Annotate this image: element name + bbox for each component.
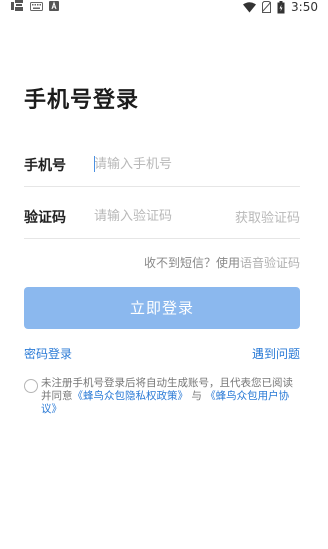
- no-sim-icon: [262, 1, 272, 13]
- battery-icon: [277, 0, 285, 14]
- privacy-policy-link[interactable]: 《蜂鸟众包隐私权政策》: [73, 390, 189, 402]
- voice-code-link[interactable]: 语音验证码: [240, 256, 300, 270]
- status-time: 3:50: [291, 0, 318, 14]
- code-field-row: 验证码 获取验证码: [24, 194, 300, 239]
- status-bar: 3:50: [0, 0, 328, 14]
- code-label: 验证码: [24, 210, 66, 226]
- keyboard-icon: [30, 1, 43, 14]
- phone-label: 手机号: [24, 158, 66, 174]
- phone-field-row: 手机号: [24, 142, 300, 187]
- a-icon: [49, 0, 59, 14]
- voice-code-hint: 收不到短信？使用语音验证码: [144, 254, 300, 271]
- text-cursor: [94, 156, 95, 172]
- agreement-connector: 与: [191, 390, 202, 402]
- get-code-button[interactable]: 获取验证码: [235, 207, 300, 226]
- wifi-icon: [243, 1, 257, 13]
- login-button[interactable]: 立即登录: [24, 287, 300, 329]
- page-title: 手机号登录: [24, 88, 140, 113]
- code-input[interactable]: [94, 203, 224, 229]
- voice-hint-prefix: 收不到短信？使用: [143, 256, 240, 270]
- password-login-link[interactable]: 密码登录: [24, 345, 72, 362]
- status-left-icons: [10, 0, 59, 14]
- agreement-text: 未注册手机号登录后将自动生成账号，且代表您已阅读并同意《蜂鸟众包隐私权政策》 与…: [41, 377, 303, 416]
- status-right-icons: 3:50: [243, 0, 318, 14]
- agreement-checkbox[interactable]: [24, 379, 38, 393]
- app-notification-icon: [10, 0, 24, 14]
- problem-link[interactable]: 遇到问题: [252, 345, 300, 362]
- phone-input[interactable]: [94, 151, 294, 177]
